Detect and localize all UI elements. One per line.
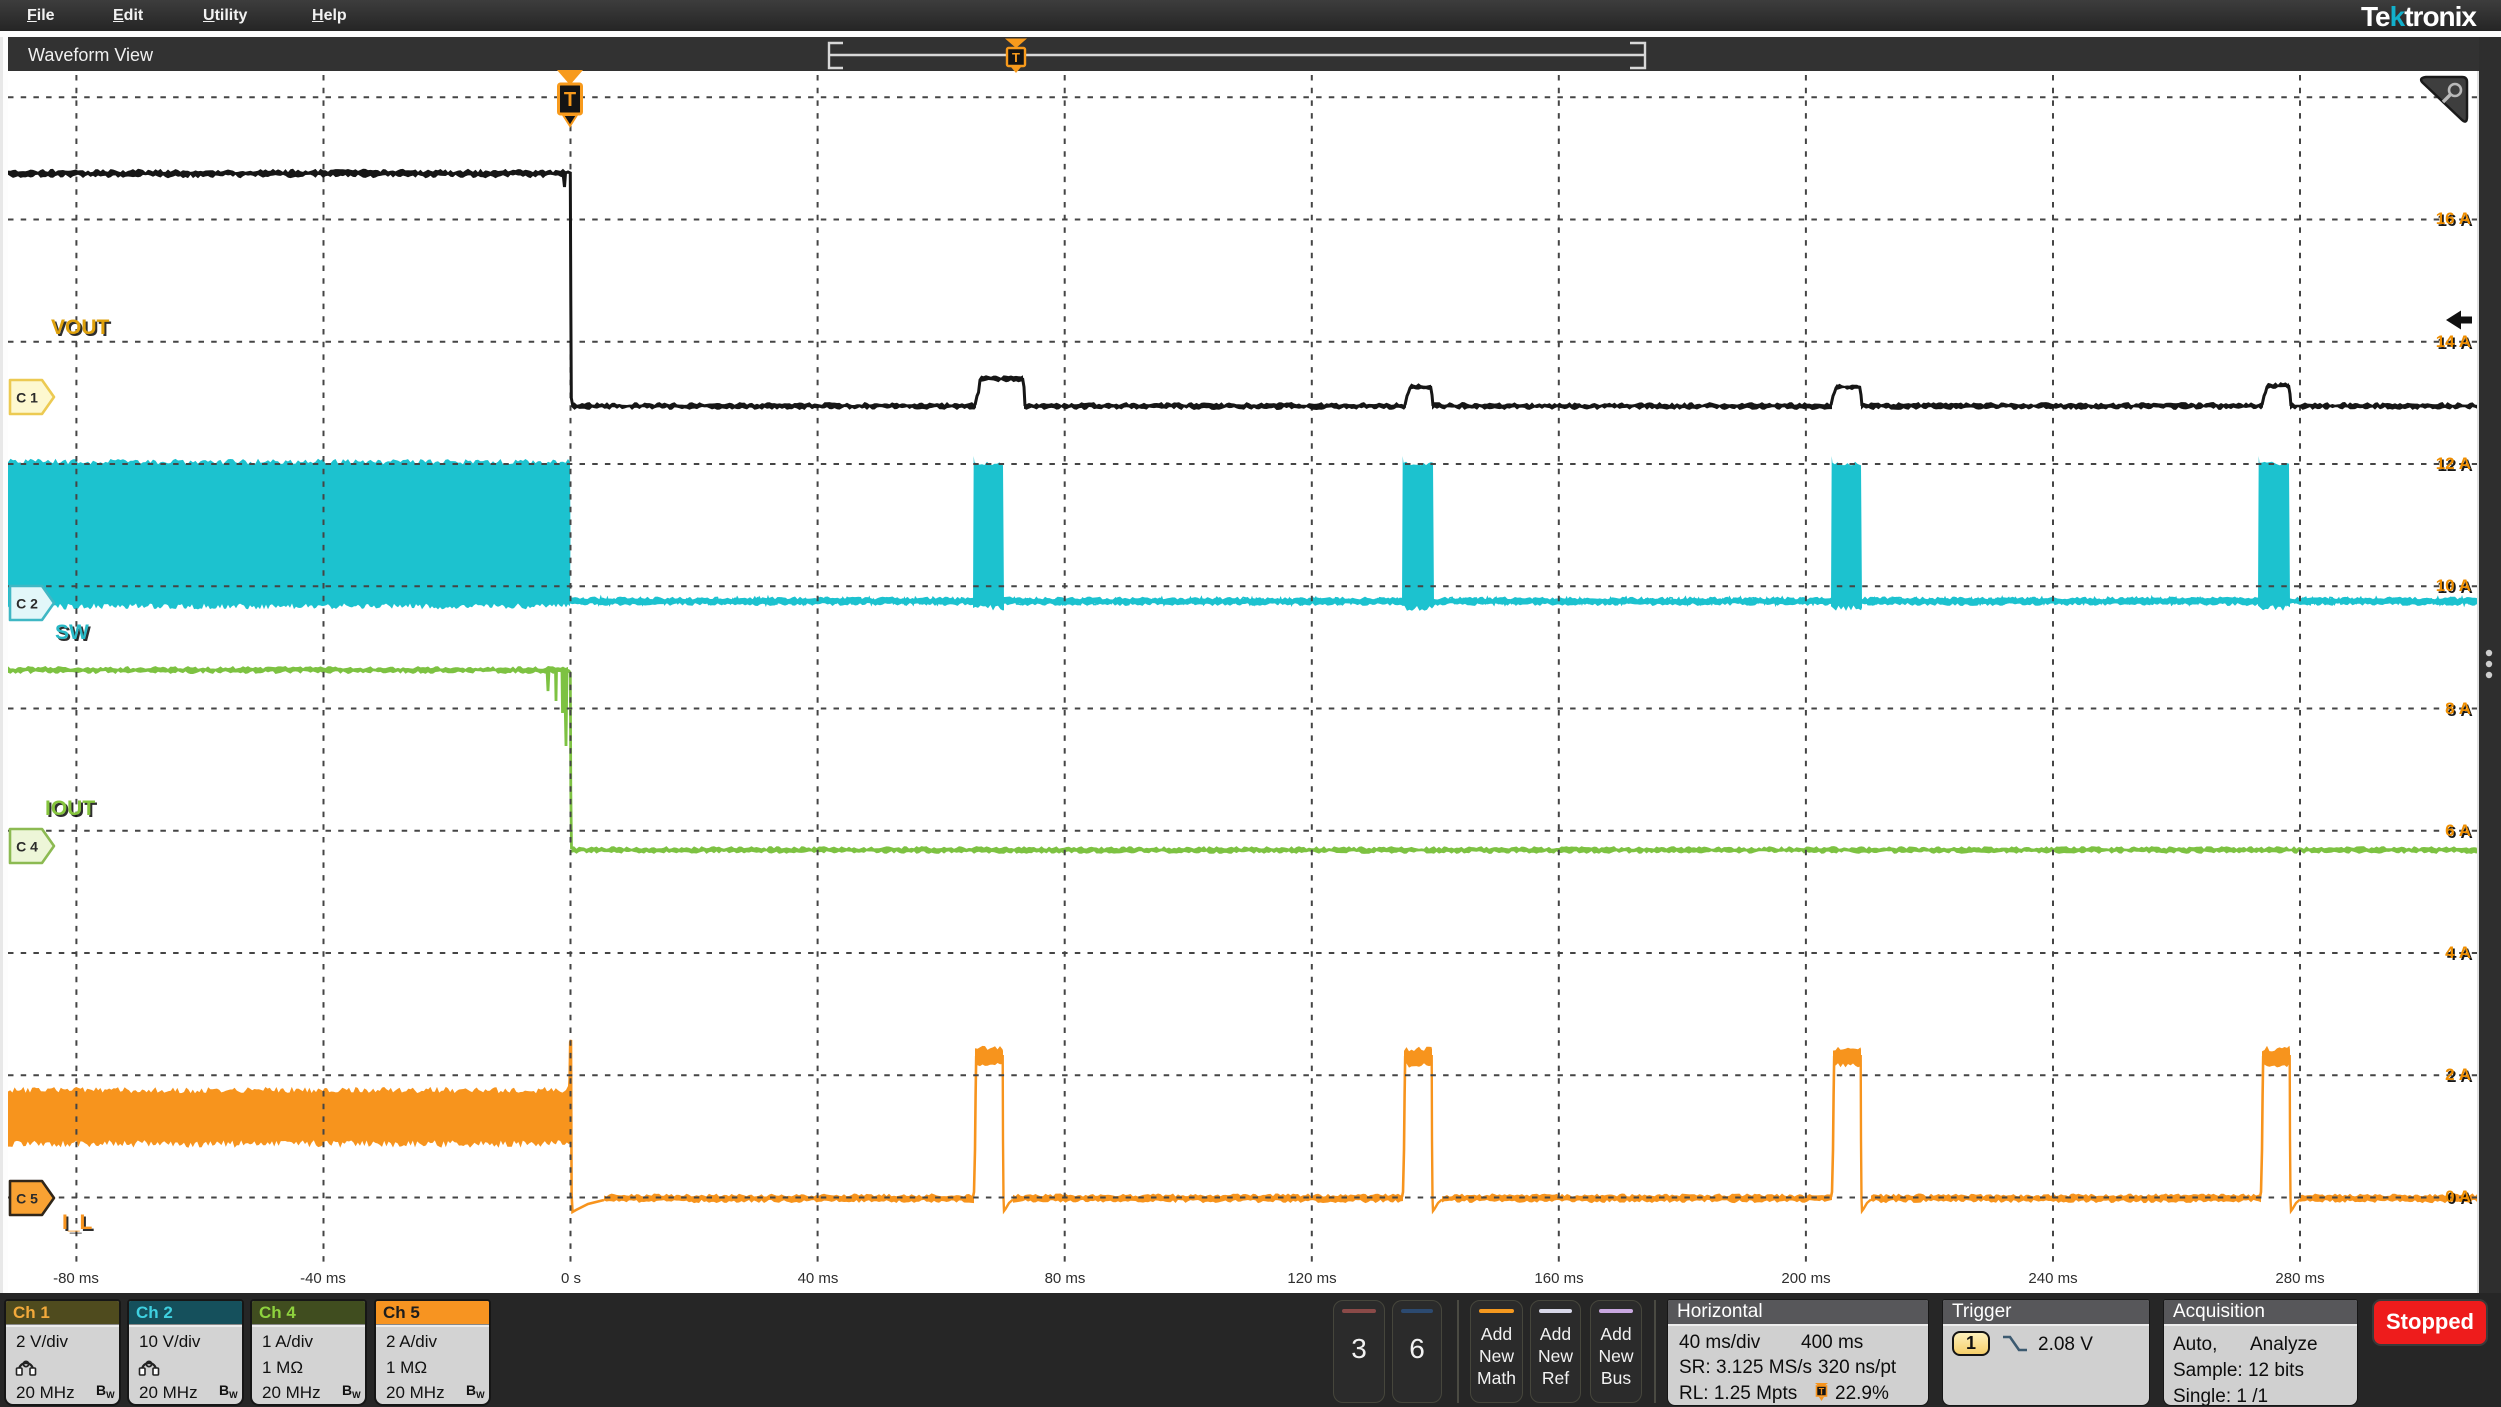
svg-text:C 4: C 4: [16, 839, 38, 855]
svg-text:C 5: C 5: [16, 1191, 38, 1207]
svg-text:C 2: C 2: [16, 596, 38, 612]
svg-text:T: T: [1012, 50, 1020, 65]
svg-text:C 1: C 1: [16, 390, 38, 406]
svg-text:T: T: [564, 89, 576, 111]
